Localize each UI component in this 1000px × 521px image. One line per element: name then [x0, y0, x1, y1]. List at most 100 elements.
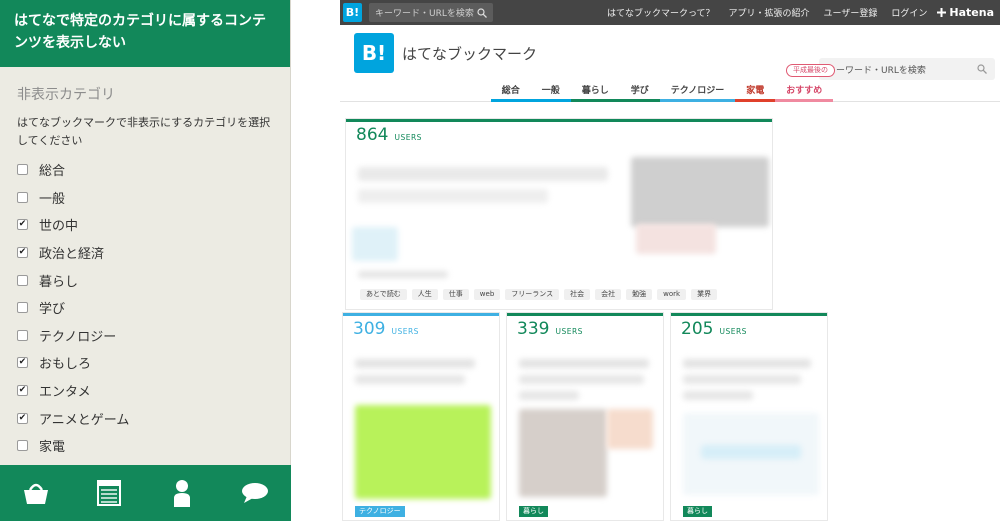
list-icon	[97, 480, 122, 506]
bookmark-count-number: 205	[681, 319, 714, 339]
category-list: 総合 一般 ✔ 世の中 ✔ 政治と経済 暮らし 学び テクノロジー ✔ おもしろ ✔ エ…	[0, 156, 290, 460]
tag[interactable]: フリーランス	[505, 289, 560, 300]
site-search-input[interactable]: キーワード・URLを検索	[819, 58, 995, 80]
blurred-favicon-line	[358, 271, 448, 278]
entry-card[interactable]: 205 USERS 暮らし	[670, 312, 828, 521]
hatena-bookmark-mini-logo[interactable]: B!	[343, 3, 362, 22]
basket-button[interactable]	[16, 473, 56, 513]
tab-kurashi[interactable]: 暮らし	[570, 80, 620, 102]
tag-list: あとで読む 人生 仕事 web フリーランス 社会 会社 勉強 work 業界	[360, 289, 722, 300]
search-icon[interactable]	[477, 7, 487, 18]
tag[interactable]: 仕事	[442, 289, 469, 300]
tag[interactable]: 勉強	[626, 289, 653, 300]
blurred-headline	[358, 189, 548, 203]
hatena-bookmark-logo[interactable]: B!	[354, 33, 394, 73]
bookmark-count[interactable]: 205 USERS	[681, 319, 747, 339]
heisei-badge: 平成最後の	[786, 64, 835, 77]
panel-title: はてなで特定のカテゴリに属するコンテンツを表示しない	[0, 0, 290, 67]
blurred-headline	[519, 375, 644, 384]
blurred-thumbnail	[631, 157, 769, 227]
category-checkbox[interactable]	[17, 164, 28, 176]
category-item[interactable]: 一般	[0, 184, 290, 212]
bookmark-count[interactable]: 309 USERS	[353, 319, 419, 339]
tab-sougou[interactable]: 総合	[490, 80, 531, 102]
bookmark-count[interactable]: 339 USERS	[517, 319, 583, 339]
tag[interactable]: 業界	[691, 289, 718, 300]
blurred-headline	[683, 375, 801, 384]
blurred-thumbnail	[636, 224, 716, 254]
link-login[interactable]: ログイン	[891, 6, 927, 19]
tag[interactable]: 会社	[595, 289, 622, 300]
user-button[interactable]	[162, 473, 202, 513]
link-apps[interactable]: アプリ・拡張の紹介	[729, 6, 810, 19]
category-label: 総合	[39, 164, 66, 180]
blurred-thumbnail	[352, 227, 398, 261]
blurred-thumbnail	[355, 405, 491, 499]
link-about[interactable]: はてなブックマークって？	[607, 6, 715, 19]
tab-kaden[interactable]: 家電	[735, 80, 776, 102]
category-item[interactable]: ✔ 世の中	[0, 211, 290, 239]
tab-ippan[interactable]: 一般	[530, 80, 571, 102]
category-checkbox[interactable]	[17, 274, 28, 286]
category-label: 学び	[39, 302, 66, 318]
global-links: はてなブックマークって？ アプリ・拡張の紹介 ユーザー登録 ログイン Haten…	[593, 0, 1000, 25]
category-checkbox[interactable]	[17, 440, 28, 452]
category-item[interactable]: ✔ 政治と経済	[0, 239, 290, 267]
tab-manabi[interactable]: 学び	[619, 80, 660, 102]
category-item[interactable]: 学び	[0, 294, 290, 322]
global-search-placeholder: キーワード・URLを検索	[375, 9, 474, 19]
entry-card-large[interactable]: 864 USERS あとで読む 人生 仕事 web フリーランス 社会 会社 勉…	[345, 118, 773, 310]
category-label: 一般	[39, 191, 66, 207]
category-item[interactable]: ✔ アニメとゲーム	[0, 404, 290, 432]
category-checkbox[interactable]	[17, 191, 28, 203]
card-accent-bar	[507, 313, 663, 316]
global-search-input[interactable]: キーワード・URLを検索	[369, 3, 493, 22]
bookmark-count-number: 309	[353, 319, 386, 339]
bookmark-count-unit: USERS	[391, 327, 419, 336]
category-label: 政治と経済	[39, 247, 105, 263]
blurred-headline	[355, 375, 465, 384]
list-button[interactable]	[89, 473, 129, 513]
hatena-brand[interactable]: Hatena	[937, 6, 994, 19]
blurred-headline	[683, 391, 753, 400]
category-item[interactable]: テクノロジー	[0, 322, 290, 350]
site-title[interactable]: はてなブックマーク	[402, 43, 537, 64]
search-icon[interactable]	[977, 64, 987, 74]
comment-button[interactable]	[235, 473, 275, 513]
card-category-label[interactable]: テクノロジー	[355, 506, 405, 517]
category-item[interactable]: 総合	[0, 156, 290, 184]
link-register[interactable]: ユーザー登録	[824, 6, 878, 19]
tab-osusume[interactable]: おすすめ	[775, 80, 834, 102]
tag[interactable]: 社会	[564, 289, 591, 300]
category-checkbox[interactable]	[17, 329, 28, 341]
category-item[interactable]: ✔ おもしろ	[0, 349, 290, 377]
blurred-thumbnail	[607, 409, 653, 449]
category-tabs: 総合 一般 暮らし 学び テクノロジー 家電 おすすめ	[340, 80, 1000, 102]
bookmark-count-unit: USERS	[394, 133, 422, 142]
tag[interactable]: work	[657, 289, 687, 300]
category-checkbox[interactable]: ✔	[17, 385, 28, 397]
category-item[interactable]: 暮らし	[0, 266, 290, 294]
blurred-headline	[519, 359, 649, 368]
category-item[interactable]: ✔ エンタメ	[0, 377, 290, 405]
card-category-label[interactable]: 暮らし	[683, 506, 712, 517]
category-checkbox[interactable]: ✔	[17, 357, 28, 369]
category-checkbox[interactable]	[17, 302, 28, 314]
tag[interactable]: あとで読む	[360, 289, 407, 300]
tab-technology[interactable]: テクノロジー	[659, 80, 736, 102]
category-checkbox[interactable]: ✔	[17, 247, 28, 259]
tag[interactable]: web	[473, 289, 501, 300]
blurred-headline	[355, 359, 475, 368]
card-category-label[interactable]: 暮らし	[519, 506, 548, 517]
bookmark-count[interactable]: 864 USERS	[356, 125, 422, 145]
tag[interactable]: 人生	[411, 289, 438, 300]
category-item[interactable]: 家電	[0, 432, 290, 460]
blurred-headline	[358, 167, 608, 181]
person-icon	[173, 480, 190, 507]
entry-card[interactable]: 309 USERS テクノロジー	[342, 312, 500, 521]
category-checkbox[interactable]: ✔	[17, 219, 28, 231]
entry-card[interactable]: 339 USERS 暮らし	[506, 312, 664, 521]
bottom-nav	[0, 465, 291, 521]
category-checkbox[interactable]: ✔	[17, 412, 28, 424]
settings-panel: はてなで特定のカテゴリに属するコンテンツを表示しない 非表示カテゴリ はてなブッ…	[0, 0, 291, 521]
